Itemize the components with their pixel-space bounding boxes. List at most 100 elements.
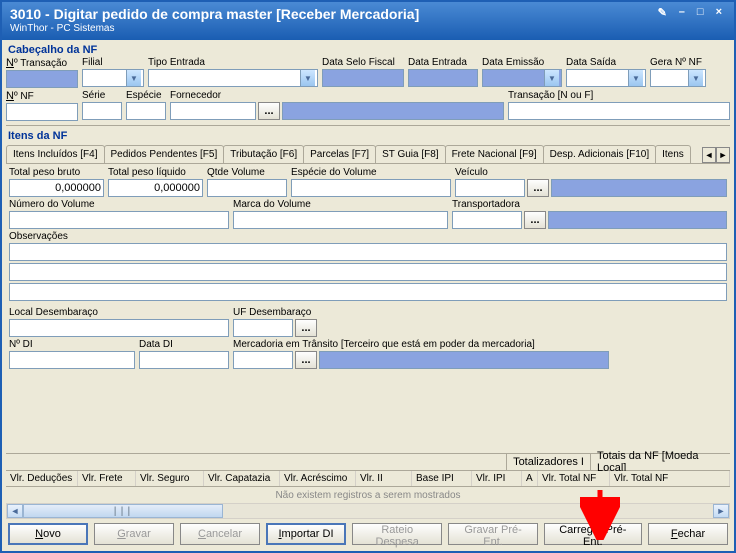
especie-input[interactable] bbox=[126, 102, 166, 120]
observacoes-line1[interactable] bbox=[9, 243, 727, 261]
tab-parcelas[interactable]: Parcelas [F7] bbox=[303, 145, 376, 163]
col-base-ipi[interactable]: Base IPI bbox=[412, 471, 472, 486]
transportadora-lookup-button[interactable]: ... bbox=[524, 211, 546, 229]
veiculo-code-input[interactable] bbox=[455, 179, 525, 197]
col-total-nf[interactable]: Vlr. Total NF bbox=[538, 471, 610, 486]
scroll-left-button[interactable]: ◄ bbox=[7, 504, 23, 518]
tab-frete-nacional[interactable]: Frete Nacional [F9] bbox=[445, 145, 544, 163]
close-button[interactable]: × bbox=[712, 6, 726, 19]
label-fornecedor: Fornecedor bbox=[170, 90, 504, 102]
label-veiculo: Veículo bbox=[455, 167, 727, 179]
fornecedor-code-input[interactable] bbox=[170, 102, 256, 120]
cancelar-button[interactable]: Cancelar bbox=[180, 523, 260, 545]
total-bruto-input[interactable] bbox=[9, 179, 104, 197]
col-seguro[interactable]: Vlr. Seguro bbox=[136, 471, 204, 486]
uf-desemb-lookup-button[interactable]: ... bbox=[295, 319, 317, 337]
total-liquido-input[interactable] bbox=[108, 179, 203, 197]
tab-st-guia[interactable]: ST Guia [F8] bbox=[375, 145, 446, 163]
label-data-emissao: Data Emissão bbox=[482, 57, 562, 69]
tab-itens-extra[interactable]: Itens bbox=[655, 145, 691, 163]
label-data-saida: Data Saída bbox=[566, 57, 646, 69]
marca-volume-input[interactable] bbox=[233, 211, 448, 229]
numero-volume-input[interactable] bbox=[9, 211, 229, 229]
maximize-button[interactable]: □ bbox=[693, 6, 708, 19]
num-di-input[interactable] bbox=[9, 351, 135, 369]
label-num-di: Nº DI bbox=[9, 339, 135, 351]
label-total-bruto: Total peso bruto bbox=[9, 167, 104, 179]
gravar-button[interactable]: Gravar bbox=[94, 523, 174, 545]
col-frete[interactable]: Vlr. Frete bbox=[78, 471, 136, 486]
tab-scroll-right[interactable]: ► bbox=[716, 147, 730, 163]
data-emissao-combo[interactable]: ▼ bbox=[482, 69, 562, 87]
mercadoria-lookup-button[interactable]: ... bbox=[295, 351, 317, 369]
label-qtde-volume: Qtde Volume bbox=[207, 167, 287, 179]
qtde-volume-input[interactable] bbox=[207, 179, 287, 197]
tabpane-desp-adicionais: Total peso bruto Total peso líquido Qtde… bbox=[6, 164, 730, 374]
col-a[interactable]: A bbox=[522, 471, 538, 486]
label-filial: Filial bbox=[82, 57, 144, 69]
scroll-right-button[interactable]: ► bbox=[713, 504, 729, 518]
edit-icon[interactable]: ✎ bbox=[654, 6, 671, 19]
label-especie: Espécie bbox=[126, 90, 166, 102]
tab-pedidos-pendentes[interactable]: Pedidos Pendentes [F5] bbox=[104, 145, 225, 163]
tab-itens-incluidos[interactable]: Itens Incluídos [F4] bbox=[6, 145, 105, 163]
minimize-button[interactable]: – bbox=[675, 6, 689, 19]
horizontal-scrollbar[interactable]: ◄ ┃┃┃ ► bbox=[6, 503, 730, 519]
chevron-down-icon: ▼ bbox=[126, 70, 141, 86]
col-acrescimo[interactable]: Vlr. Acréscimo bbox=[280, 471, 356, 486]
tab-scroll-left[interactable]: ◄ bbox=[702, 147, 716, 163]
transportadora-name-input[interactable] bbox=[548, 211, 727, 229]
veiculo-lookup-button[interactable]: ... bbox=[527, 179, 549, 197]
section-itens: Itens da NF bbox=[6, 128, 730, 143]
tipo-entrada-combo[interactable]: ▼ bbox=[148, 69, 318, 87]
label-gera-nf: Gera Nº NF bbox=[650, 57, 706, 69]
observacoes-line3[interactable] bbox=[9, 283, 727, 301]
titlebar: 3010 - Digitar pedido de compra master [… bbox=[2, 2, 734, 40]
col-total-nf2[interactable]: Vlr. Total NF bbox=[610, 471, 730, 486]
gravar-pre-ent-button[interactable]: Gravar Pré-Ent. bbox=[448, 523, 537, 545]
data-selo-input[interactable] bbox=[322, 69, 404, 87]
num-transacao-input[interactable] bbox=[6, 70, 78, 88]
scroll-thumb[interactable]: ┃┃┃ bbox=[23, 504, 223, 518]
label-transacao-nf: Transação [N ou F] bbox=[508, 90, 730, 102]
chevron-down-icon: ▼ bbox=[628, 70, 643, 86]
data-saida-combo[interactable]: ▼ bbox=[566, 69, 646, 87]
transacao-nf-input[interactable] bbox=[508, 102, 730, 120]
veiculo-name-input[interactable] bbox=[551, 179, 727, 197]
especie-volume-input[interactable] bbox=[291, 179, 451, 197]
chevron-down-icon: ▼ bbox=[300, 70, 315, 86]
mercadoria-name-input[interactable] bbox=[319, 351, 609, 369]
label-data-selo: Data Selo Fiscal bbox=[322, 57, 404, 69]
uf-desemb-input[interactable] bbox=[233, 319, 293, 337]
rateio-despesa-button[interactable]: Rateio Despesa bbox=[352, 523, 442, 545]
data-entrada-input[interactable] bbox=[408, 69, 478, 87]
label-tipo-entrada: Tipo Entrada bbox=[148, 57, 318, 69]
label-mercadoria-transito: Mercadoria em Trânsito [Terceiro que est… bbox=[233, 339, 727, 351]
tab-tributacao[interactable]: Tributação [F6] bbox=[223, 145, 304, 163]
num-nf-input[interactable] bbox=[6, 103, 78, 121]
importar-di-button[interactable]: Importar DI bbox=[266, 523, 346, 545]
mercadoria-code-input[interactable] bbox=[233, 351, 293, 369]
fechar-button[interactable]: Fechar bbox=[648, 523, 728, 545]
serie-input[interactable] bbox=[82, 102, 122, 120]
col-capatazia[interactable]: Vlr. Capatazia bbox=[204, 471, 280, 486]
col-deducoes[interactable]: Vlr. Deduções bbox=[6, 471, 78, 486]
fornecedor-lookup-button[interactable]: ... bbox=[258, 102, 280, 120]
transportadora-code-input[interactable] bbox=[452, 211, 522, 229]
totalizadores-header: Totalizadores I Totais da NF [Moeda Loca… bbox=[6, 453, 730, 471]
data-di-input[interactable] bbox=[139, 351, 229, 369]
chevron-down-icon: ▼ bbox=[544, 70, 559, 86]
local-desemb-input[interactable] bbox=[9, 319, 229, 337]
col-vlr-ipi[interactable]: Vlr. IPI bbox=[472, 471, 522, 486]
fornecedor-name-input[interactable] bbox=[282, 102, 504, 120]
label-total-liquido: Total peso líquido bbox=[108, 167, 203, 179]
gera-nf-combo[interactable]: ▼ bbox=[650, 69, 706, 87]
novo-button[interactable]: Novo bbox=[8, 523, 88, 545]
col-ii[interactable]: Vlr. II bbox=[356, 471, 412, 486]
carregar-pre-ent-button[interactable]: Carregar Pré-Ent. bbox=[544, 523, 642, 545]
filial-combo[interactable]: ▼ bbox=[82, 69, 144, 87]
tab-desp-adicionais[interactable]: Desp. Adicionais [F10] bbox=[543, 145, 657, 163]
observacoes-line2[interactable] bbox=[9, 263, 727, 281]
window-subtitle: WinThor - PC Sistemas bbox=[10, 23, 419, 34]
grid-empty-message: Não existem registros a serem mostrados bbox=[6, 487, 730, 503]
